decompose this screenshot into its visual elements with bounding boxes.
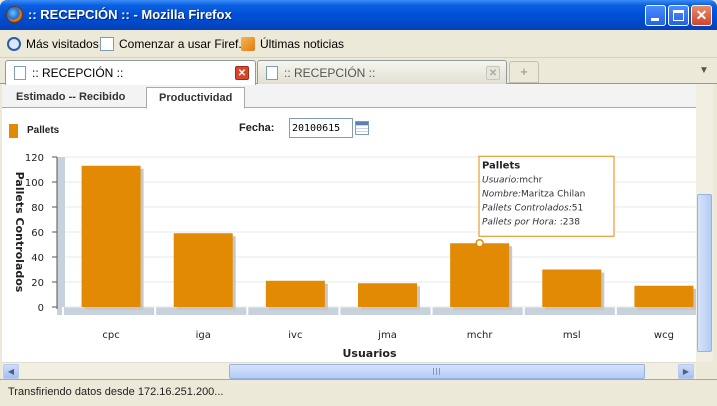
- search-icon: [7, 37, 21, 51]
- scroll-left-button[interactable]: ◀: [3, 364, 19, 379]
- x-tick-label: iga: [196, 330, 211, 341]
- bookmark-label: Más visitados: [26, 37, 99, 51]
- x-tick-label: cpc: [102, 330, 119, 341]
- page-icon: [14, 66, 26, 80]
- browser-tab-strip: :: RECEPCIÓN :: ✕ :: RECEPCIÓN :: ✕ + ▼: [0, 58, 717, 85]
- plus-icon: +: [520, 64, 528, 79]
- x-tick-label: wcg: [654, 330, 674, 341]
- fecha-label: Fecha:: [239, 122, 275, 134]
- close-tab-icon[interactable]: ✕: [235, 66, 249, 80]
- chart-left-wall: [57, 157, 65, 309]
- minimize-icon: [651, 18, 659, 21]
- tooltip-row: Usuario:mchr: [482, 175, 543, 185]
- browser-tab-inactive[interactable]: :: RECEPCIÓN :: ✕: [257, 60, 507, 84]
- vertical-scrollbar-thumb[interactable]: [697, 194, 712, 352]
- scroll-right-button[interactable]: ▶: [678, 364, 694, 379]
- bar: [634, 285, 694, 307]
- y-tick-label: 60: [31, 228, 44, 239]
- y-tick-label: 20: [31, 278, 44, 289]
- minimize-button[interactable]: [645, 5, 666, 26]
- y-tick-label: 80: [31, 203, 44, 214]
- tooltip-row: Pallets Controlados:51: [482, 203, 583, 213]
- title-bar: :: RECEPCIÓN :: - Mozilla Firefox ✕: [0, 0, 717, 30]
- new-tab-button[interactable]: +: [509, 61, 539, 83]
- chevron-right-icon: ▶: [682, 367, 690, 376]
- status-text: Transfiriendo datos desde 172.16.251.200…: [8, 386, 224, 398]
- horizontal-scrollbar-thumb[interactable]: [229, 364, 645, 379]
- y-tick-label: 120: [25, 153, 44, 164]
- page-content: Estimado -- Recibido Productividad Palle…: [2, 84, 713, 362]
- status-bar: Transfiriendo datos desde 172.16.251.200…: [0, 379, 717, 406]
- scrollbar-corner: [696, 362, 713, 379]
- close-window-button[interactable]: ✕: [691, 5, 712, 26]
- page-icon: [266, 65, 278, 80]
- bar: [358, 283, 417, 307]
- x-tick-label: ivc: [288, 330, 302, 341]
- rss-icon: [241, 37, 255, 51]
- bookmarks-toolbar: Más visitados Comenzar a usar Firef... Ú…: [0, 30, 717, 58]
- tab-estimado-recibido[interactable]: Estimado -- Recibido: [4, 87, 137, 108]
- legend-label: Pallets: [27, 125, 60, 136]
- bar: [173, 233, 233, 307]
- x-tick-label: msl: [563, 330, 581, 341]
- chevron-down-icon: ▼: [699, 65, 709, 76]
- close-icon: ✕: [695, 7, 708, 23]
- bookmark-label: Comenzar a usar Firef...: [119, 37, 249, 51]
- window-title: :: RECEPCIÓN :: - Mozilla Firefox: [28, 7, 232, 22]
- tab-label: :: RECEPCIÓN ::: [32, 66, 124, 80]
- tooltip-row: Nombre:Maritza Chilan: [482, 189, 585, 199]
- bookmark-comenzar[interactable]: Comenzar a usar Firef...: [100, 36, 248, 52]
- y-tick-label: 100: [25, 178, 44, 189]
- legend-swatch: [9, 124, 18, 138]
- bar: [542, 269, 602, 307]
- y-tick-label: 40: [31, 253, 44, 264]
- bookmark-ultimas-noticias[interactable]: Últimas noticias: [241, 36, 344, 52]
- bar: [450, 243, 510, 307]
- browser-tab-active[interactable]: :: RECEPCIÓN :: ✕: [5, 60, 256, 85]
- grip-icon: [433, 368, 441, 375]
- page-icon: [100, 37, 114, 51]
- tab-list-button[interactable]: ▼: [695, 61, 713, 83]
- calendar-icon[interactable]: [355, 121, 369, 135]
- bookmark-mas-visitados[interactable]: Más visitados: [7, 36, 99, 52]
- tooltip-title: Pallets: [482, 160, 520, 171]
- y-tick-label: 0: [38, 303, 44, 314]
- app-tab-bar: Estimado -- Recibido Productividad: [2, 84, 713, 109]
- tooltip-row: Pallets por Hora: :238: [482, 217, 580, 227]
- bar: [265, 280, 325, 307]
- bookmark-label: Últimas noticias: [260, 37, 345, 51]
- maximize-icon: [673, 10, 684, 21]
- productivity-chart: 0 20 40 60 80 100 120 cpc iga ivc jma mchr msl wcg Pal…: [2, 148, 713, 362]
- x-tick-label: jma: [377, 330, 397, 341]
- x-tick-label: mchr: [467, 330, 494, 341]
- y-axis-label: Pallets Controlados: [13, 172, 26, 293]
- close-tab-icon[interactable]: ✕: [486, 66, 500, 80]
- firefox-icon: [6, 6, 23, 23]
- fecha-input[interactable]: [289, 118, 353, 138]
- bar: [81, 165, 141, 307]
- x-axis-label: Usuarios: [342, 347, 396, 360]
- horizontal-scrollbar[interactable]: ◀ ▶: [2, 362, 696, 379]
- vertical-scrollbar[interactable]: [696, 84, 713, 362]
- chart-svg: 0 20 40 60 80 100 120 cpc iga ivc jma mchr msl wcg Pal…: [13, 153, 710, 360]
- tab-label: :: RECEPCIÓN ::: [284, 65, 376, 80]
- maximize-button[interactable]: [668, 5, 689, 26]
- tab-productividad[interactable]: Productividad: [146, 87, 246, 109]
- chevron-left-icon: ◀: [7, 367, 15, 376]
- tooltip-marker: [475, 239, 484, 248]
